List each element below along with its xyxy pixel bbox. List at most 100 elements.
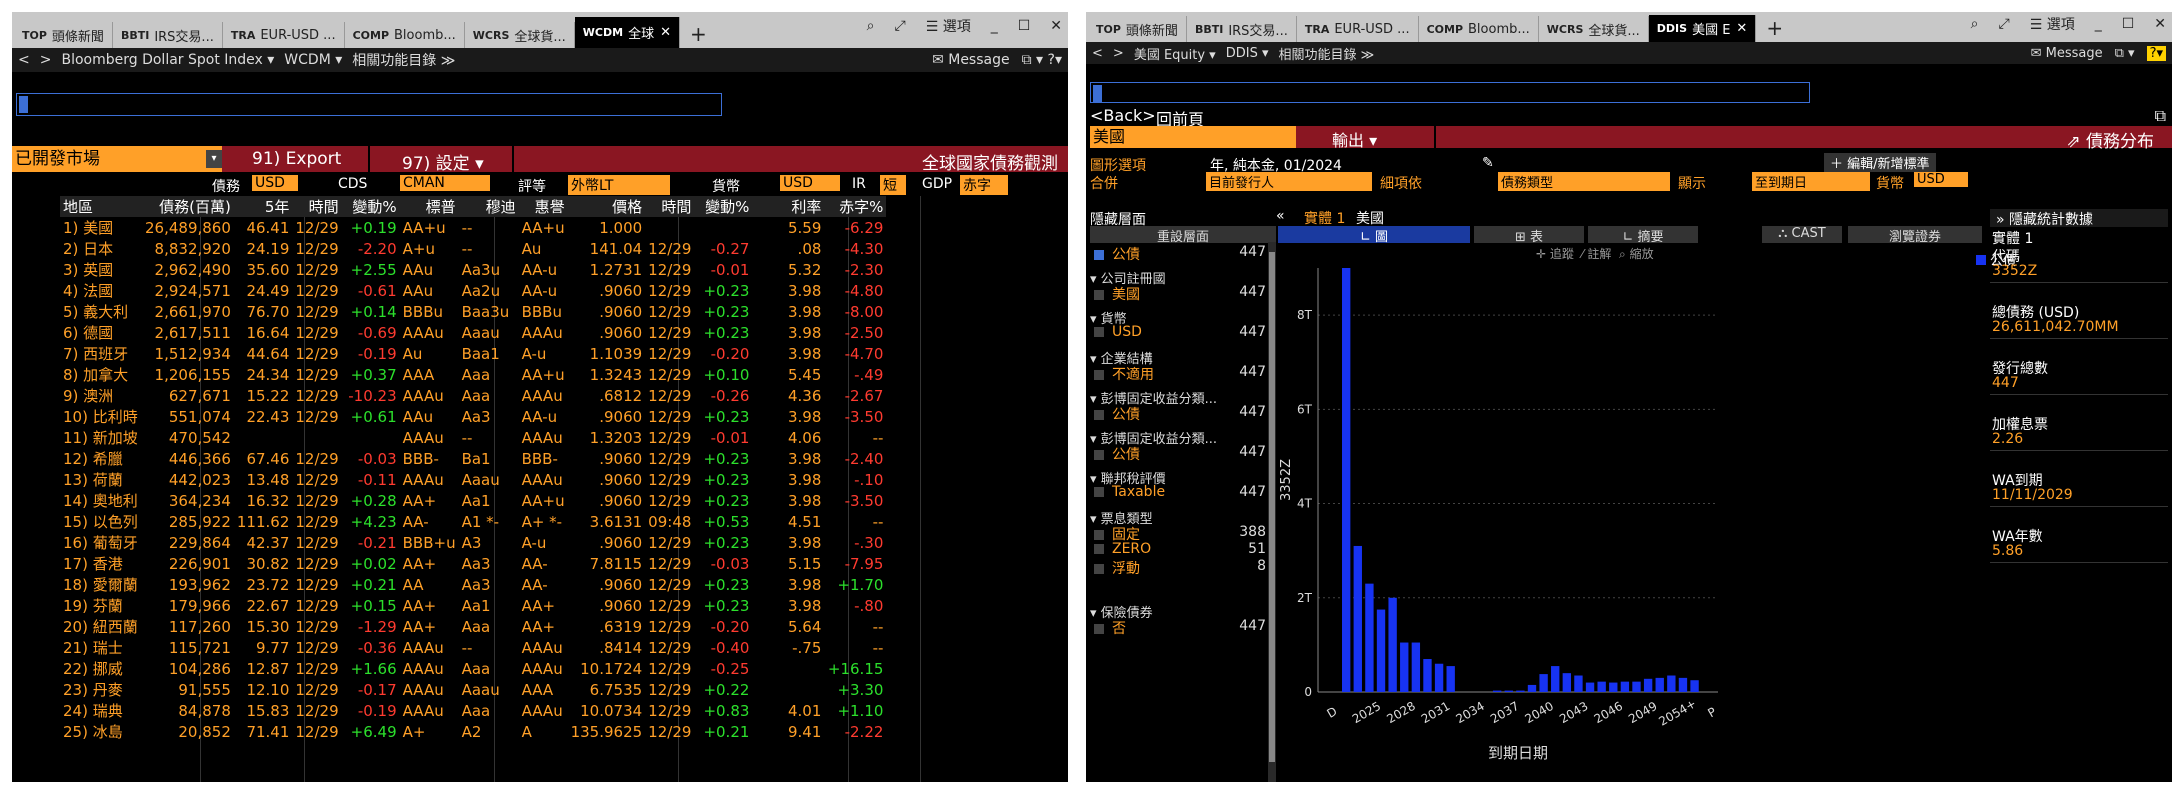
column-header[interactable]: 利率 [752, 196, 825, 217]
collapse-icon[interactable]: « [1276, 208, 1285, 224]
checkbox[interactable] [1094, 370, 1104, 380]
checkbox[interactable] [1094, 487, 1104, 497]
chart-bar[interactable] [1562, 673, 1572, 692]
table-row[interactable]: 4) 法國 2,924,571 24.49 12/29 -0.61 AAu Aa2u AA-u… [60, 280, 886, 301]
checkbox[interactable] [1094, 624, 1104, 634]
gdp-dropdown[interactable]: 赤字 [960, 175, 1008, 195]
search-icon[interactable]: ⌕ [1971, 16, 1979, 32]
table-row[interactable]: 1) 美國 26,489,860 46.41 12/29 +0.19 AA+u -- AA+u… [60, 217, 886, 238]
filter-item[interactable]: 美國 447 [1094, 284, 1266, 304]
message-button[interactable]: ✉ Message [932, 52, 1010, 68]
market-dropdown[interactable]: 已開發市場 ▾ [12, 146, 222, 172]
table-row[interactable]: 13) 荷蘭 442,023 13.48 12/29 -0.11 AAAu Aaau AAAu… [60, 469, 886, 490]
chart-bar[interactable] [1643, 678, 1653, 692]
column-header[interactable]: 標普 [399, 196, 459, 217]
table-row[interactable]: 2) 日本 8,832,920 24.19 12/29 -2.20 A+u -- Au 141.… [60, 238, 886, 259]
table-row[interactable]: 25) 冰島 20,852 71.41 12/29 +6.49 A+ A2 A 135.9625… [60, 721, 886, 742]
chart-bar[interactable] [1423, 659, 1432, 692]
export-menu[interactable]: 輸出 ▾ [1332, 127, 1377, 151]
back-arrow-icon[interactable]: < [1092, 46, 1103, 61]
edit-criteria-button[interactable]: ＋ 編輯/新增標準 [1824, 153, 1936, 172]
column-header[interactable]: 5年 [233, 196, 293, 217]
column-header[interactable]: 時間 [645, 196, 695, 217]
settings-button[interactable]: 97) 設定 ▾ [402, 149, 484, 174]
column-header[interactable]: 赤字% [824, 196, 887, 217]
table-row[interactable]: 9) 澳洲 627,671 15.22 12/29 -10.23 AAAu Aaa AAAu.… [60, 385, 886, 406]
new-tab-button[interactable]: + [1756, 14, 1793, 42]
column-header[interactable]: 穆迪 [458, 196, 519, 217]
table-row[interactable]: 23) 丹麥 91,555 12.10 12/29 -0.17 AAAu Aaau AAA 6.… [60, 679, 886, 700]
back-arrow-icon[interactable]: < [18, 52, 30, 68]
tab-top[interactable]: TOP 頭條新聞 [1088, 16, 1187, 42]
table-row[interactable]: 12) 希臘 446,366 67.46 12/29 -0.03 BBB- Ba1 BBB-.… [60, 448, 886, 469]
currency-dropdown[interactable]: USD [1914, 172, 1968, 187]
tab-bbti[interactable]: BBTI IRS交易... [1187, 16, 1297, 42]
column-header[interactable]: 地區 [60, 196, 142, 217]
close-tab-icon[interactable]: ✕ [660, 25, 671, 40]
chart-bar[interactable] [1376, 609, 1386, 692]
related-functions-menu[interactable]: 相關功能目錄 ≫ [1278, 44, 1374, 63]
table-row[interactable]: 22) 挪威 104,286 12.87 12/29 +1.66 AAAu Aaa AAAu 1… [60, 658, 886, 679]
tab-top[interactable]: TOP 頭條新聞 [14, 22, 113, 48]
ir-dropdown[interactable]: 短 [880, 175, 906, 195]
function-selector[interactable]: WCDM ▾ [284, 52, 342, 68]
chart-bar[interactable] [1690, 680, 1699, 692]
tab-wcrs[interactable]: WCRS 全球貨... [1539, 16, 1649, 42]
filter-item[interactable]: 浮動 8 [1094, 558, 1266, 578]
expand-icon[interactable]: ⤢ [894, 18, 905, 34]
filter-item[interactable]: 公債 447 [1094, 444, 1266, 464]
column-header[interactable]: 價格 [567, 196, 646, 217]
chart-bar[interactable] [1365, 583, 1374, 692]
export-button[interactable]: 91) Export [252, 149, 341, 169]
chart-bar[interactable] [1609, 682, 1618, 692]
chart-bar[interactable] [1504, 690, 1513, 692]
table-row[interactable]: 15) 以色列 285,922 111.62 12/29 +4.23 AA- A1 *- A+… [60, 511, 886, 532]
tab-tra[interactable]: TRA EUR-USD ... [1297, 16, 1419, 42]
chart-bar[interactable] [1551, 666, 1560, 692]
chart-bar[interactable] [1492, 690, 1502, 692]
options-menu[interactable]: ☰ 選項 [926, 16, 971, 36]
command-line-input[interactable] [16, 93, 722, 116]
forward-arrow-icon[interactable]: > [40, 52, 52, 68]
table-row[interactable]: 5) 義大利 2,661,970 76.70 12/29 +0.14 BBBu Baa3u B… [60, 301, 886, 322]
chart-bar[interactable] [1620, 681, 1630, 692]
column-header[interactable]: 債務(百萬) [142, 196, 234, 217]
tab-tra[interactable]: TRA EUR-USD ... [223, 22, 345, 48]
chart-bar[interactable] [1400, 642, 1409, 692]
close-window-button[interactable]: ✕ [2154, 16, 2166, 32]
checkbox[interactable] [1094, 290, 1104, 300]
tab-wcdm[interactable]: WCDM 全球 ✕ [574, 17, 680, 48]
chart-bar[interactable] [1342, 268, 1351, 692]
close-tab-icon[interactable]: ✕ [1736, 21, 1747, 36]
reset-layer-button[interactable]: 重設層面 [1090, 226, 1276, 245]
popout-icon[interactable]: ⧉ [2155, 106, 2166, 126]
maximize-button[interactable]: ☐ [2122, 16, 2135, 32]
rating-dropdown[interactable]: 外幣LT [568, 175, 670, 195]
chart-bar[interactable] [1539, 674, 1548, 692]
checkbox[interactable] [1094, 410, 1104, 420]
back-link[interactable]: <Back> [1090, 106, 1156, 125]
security-selector[interactable]: Bloomberg Dollar Spot Index ▾ [61, 52, 274, 68]
tab-wcrs[interactable]: WCRS 全球貨... [465, 22, 575, 48]
chart-bar[interactable] [1574, 675, 1583, 692]
filter-item[interactable]: 公債 447 [1094, 404, 1266, 424]
expand-icon[interactable]: ⤢ [1998, 16, 2009, 32]
tab-comp[interactable]: COMP Bloomb... [345, 22, 465, 48]
filter-item[interactable]: 否 447 [1094, 618, 1266, 638]
tab-bbti[interactable]: BBTI IRS交易... [113, 22, 223, 48]
chart-bar[interactable] [1585, 682, 1595, 692]
region-selector[interactable]: 美國 [1090, 126, 1296, 148]
tab-comp[interactable]: COMP Bloomb... [1419, 16, 1539, 42]
options-menu[interactable]: ☰ 選項 [2030, 14, 2075, 34]
chart-bar[interactable] [1516, 690, 1525, 692]
checkbox[interactable] [1094, 544, 1104, 554]
cast-button[interactable]: ⛬ CAST [1762, 226, 1842, 243]
chart-bar[interactable] [1353, 545, 1362, 692]
filter-item[interactable]: 不適用 447 [1094, 364, 1266, 384]
column-header[interactable]: 惠譽 [518, 196, 568, 217]
chart-bar[interactable] [1597, 681, 1606, 692]
table-row[interactable]: 11) 新加坡 470,542 AAAu -- AAAu 1.3203 12/29 -0.01… [60, 427, 886, 448]
cds-dropdown[interactable]: CMAN [400, 175, 490, 191]
stats-header[interactable]: » 隱藏統計數據 [1990, 209, 2168, 228]
entity-tab[interactable]: 實體 1 [1304, 208, 1345, 228]
